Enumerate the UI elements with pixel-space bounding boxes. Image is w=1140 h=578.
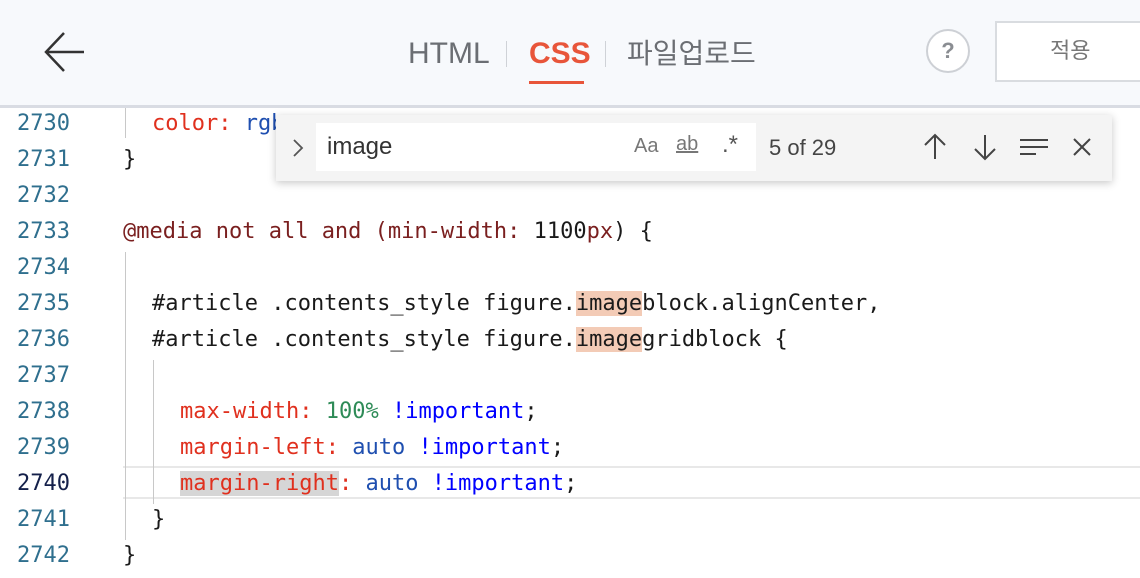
- css-value: 100%: [325, 399, 379, 424]
- number: 1100: [533, 219, 587, 244]
- line-number: 2730: [17, 111, 70, 136]
- code-line: 2742 }: [0, 538, 1140, 574]
- colon: :: [338, 471, 366, 496]
- code-line: 2734: [0, 250, 1140, 286]
- css-property-selected: margin-right: [180, 471, 339, 496]
- important-keyword: !important: [418, 435, 551, 460]
- code-line: 2735 #article .contents_style figure.ima…: [0, 286, 1140, 322]
- regex-toggle[interactable]: .*: [722, 131, 738, 159]
- css-property: max-width: [180, 399, 300, 424]
- line-number: 2736: [17, 327, 70, 352]
- important-keyword: !important: [391, 399, 525, 424]
- search-match: image: [575, 327, 643, 352]
- code-line: 2737: [0, 358, 1140, 394]
- top-bar: HTML CSS 파일업로드 ? 적용: [0, 0, 1140, 108]
- tab-html[interactable]: HTML: [408, 36, 490, 72]
- code-text: margin-right: auto !important;: [180, 466, 577, 502]
- at-rule: @media: [123, 219, 203, 244]
- code-line-current: 2740 margin-right: auto !important;: [0, 466, 1140, 502]
- line-number: 2739: [17, 435, 70, 460]
- code-text: }: [152, 507, 166, 532]
- code-line: 2739 margin-left: auto !important;: [0, 430, 1140, 466]
- find-widget: image Aa ab .* 5 of 29: [276, 115, 1112, 181]
- line-number: 2732: [17, 183, 70, 208]
- code-text: #article .contents_style figure.imageblo…: [152, 286, 881, 322]
- match-case-toggle[interactable]: Aa: [634, 135, 658, 158]
- line-number: 2731: [17, 147, 70, 172]
- search-match: image: [575, 291, 643, 316]
- selector: gridblock {: [642, 327, 788, 352]
- find-query: image: [327, 133, 393, 160]
- line-number: 2734: [17, 255, 70, 280]
- tab-css[interactable]: CSS: [529, 36, 591, 72]
- line-number: 2733: [17, 219, 70, 244]
- code-text: @media not all and (min-width: 1100px) {: [123, 214, 653, 250]
- code-line: 2733 @media not all and (min-width: 1100…: [0, 214, 1140, 250]
- css-property: margin-left: [180, 435, 326, 460]
- css-property: color: [152, 111, 219, 136]
- code-text: }: [123, 147, 137, 172]
- semicolon: ;: [550, 435, 565, 460]
- brace: ) {: [613, 219, 653, 244]
- tab-file-upload[interactable]: 파일업로드: [627, 36, 756, 72]
- code-text: color: rgb: [152, 108, 284, 142]
- active-tab-underline: [529, 81, 584, 84]
- code-line: 2741 }: [0, 502, 1140, 538]
- code-text: max-width: 100% !important;: [180, 394, 538, 430]
- media-feature: min-width: [387, 219, 508, 244]
- code-text: }: [123, 543, 137, 568]
- arrow-down-icon[interactable]: [969, 131, 1001, 163]
- find-input[interactable]: image Aa ab .*: [316, 123, 756, 171]
- line-number: 2738: [17, 399, 70, 424]
- css-value: auto: [365, 471, 419, 496]
- semicolon: ;: [564, 471, 578, 496]
- line-number: 2742: [17, 543, 70, 568]
- find-in-selection-icon[interactable]: [1018, 131, 1050, 163]
- whole-word-toggle[interactable]: ab: [676, 133, 698, 156]
- selector: #article .contents_style figure.: [152, 291, 576, 316]
- help-button[interactable]: ?: [926, 29, 970, 73]
- css-value: auto: [352, 435, 406, 460]
- colon: :: [507, 219, 534, 244]
- code-text: margin-left: auto !important;: [180, 430, 564, 466]
- arrow-up-icon[interactable]: [919, 131, 951, 163]
- chevron-right-icon[interactable]: [288, 135, 308, 161]
- colon: :: [299, 399, 326, 424]
- important-keyword: !important: [431, 471, 565, 496]
- unit: px: [586, 219, 614, 244]
- line-number: 2741: [17, 507, 70, 532]
- code-line: 2736 #article .contents_style figure.ima…: [0, 322, 1140, 358]
- match-count: 5 of 29: [769, 135, 837, 160]
- close-icon[interactable]: [1066, 131, 1098, 163]
- line-number: 2735: [17, 291, 70, 316]
- tab-divider: [506, 41, 507, 67]
- line-number: 2737: [17, 363, 70, 388]
- apply-button[interactable]: 적용: [995, 21, 1140, 82]
- code-line: 2732: [0, 178, 1140, 214]
- media-query: not all and (: [202, 219, 388, 244]
- line-number: 2740: [17, 471, 70, 496]
- colon: :: [218, 111, 245, 136]
- semicolon: ;: [524, 399, 538, 424]
- colon: :: [325, 435, 353, 460]
- code-line: 2738 max-width: 100% !important;: [0, 394, 1140, 430]
- tab-divider: [605, 41, 606, 67]
- selector: block.alignCenter,: [642, 291, 881, 316]
- code-text: #article .contents_style figure.imagegri…: [152, 322, 788, 358]
- selector: #article .contents_style figure.: [152, 327, 576, 352]
